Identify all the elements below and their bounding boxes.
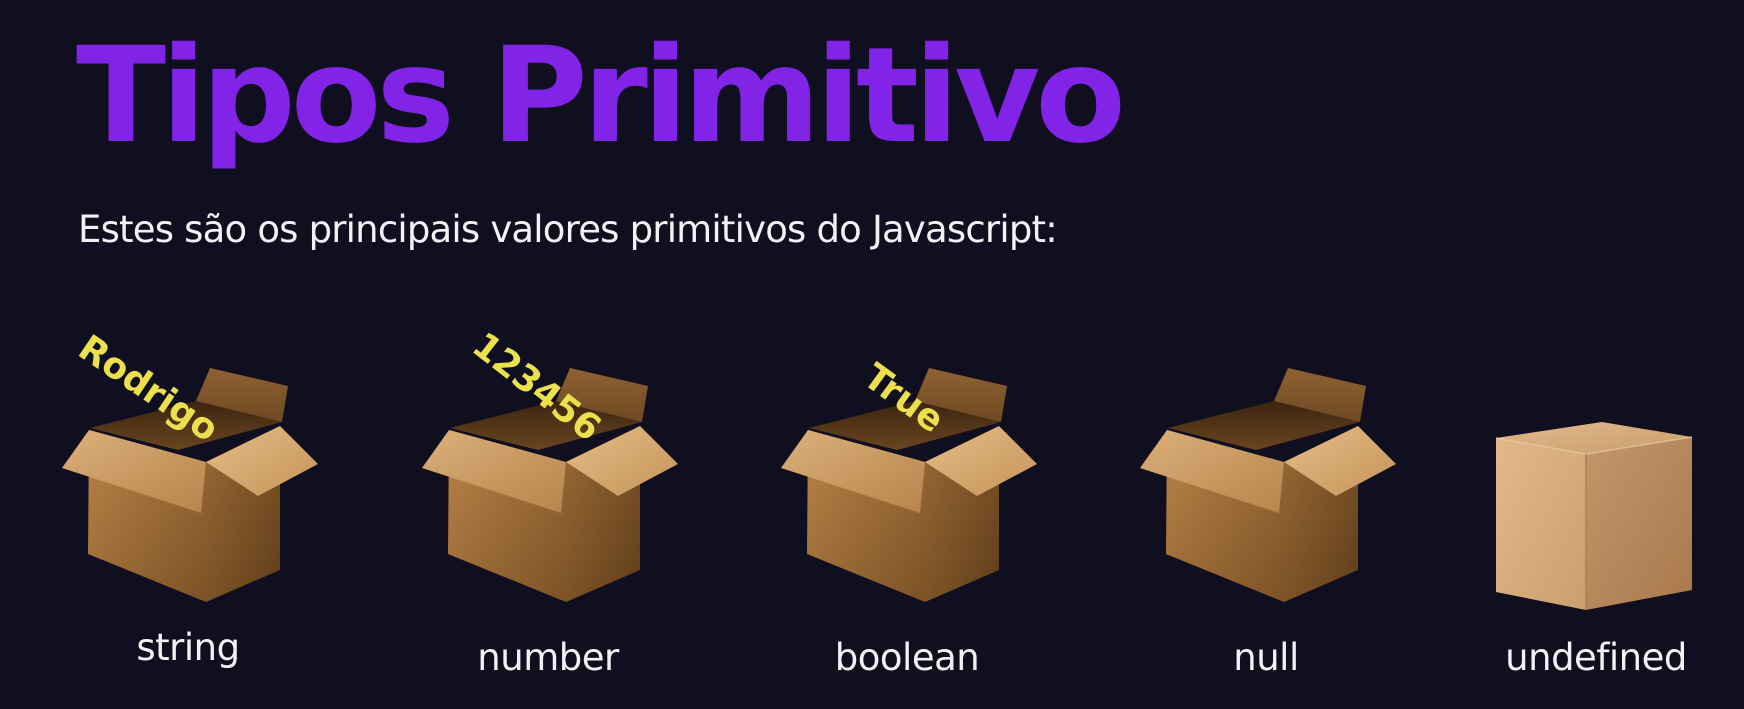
type-label-number: number — [477, 636, 619, 679]
type-label-undefined: undefined — [1505, 636, 1687, 679]
boolean-box: True — [779, 340, 1049, 610]
open-box-icon: Rodrigo — [62, 327, 318, 602]
open-box-icon: 123456 — [422, 325, 678, 602]
type-label-null: null — [1233, 636, 1299, 679]
undefined-box — [1490, 420, 1700, 620]
open-box-icon — [1140, 368, 1396, 602]
type-label-boolean: boolean — [834, 636, 980, 679]
closed-box-icon — [1495, 422, 1693, 610]
null-box — [1138, 340, 1408, 610]
open-box-icon: True — [781, 356, 1037, 602]
page-title: Tipos Primitivo — [76, 19, 1126, 173]
type-label-string: string — [136, 626, 240, 669]
number-box: 123456 — [420, 325, 690, 610]
page-subtitle: Estes são os principais valores primitiv… — [78, 208, 1058, 251]
string-box: Rodrigo — [60, 327, 330, 610]
